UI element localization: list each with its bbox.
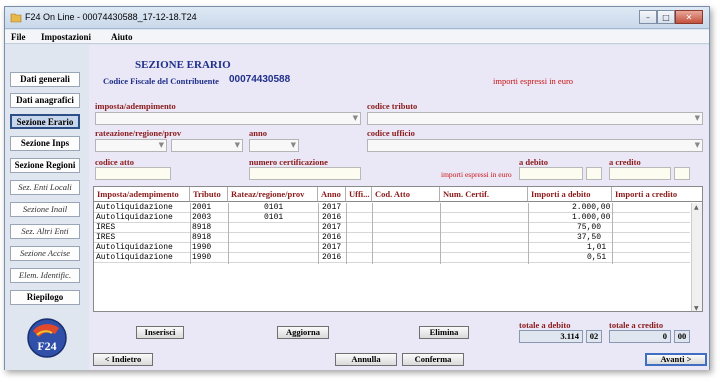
- totale-credito-int: 0: [609, 330, 671, 343]
- sidebar-item-sezione-accise[interactable]: Sezione Accise: [10, 246, 80, 261]
- sidebar-item-sezione-inps[interactable]: Sezione Inps: [10, 136, 80, 151]
- maximize-button[interactable]: □: [657, 10, 675, 24]
- totale-debito-int: 3.114: [519, 330, 583, 343]
- sidebar-item-altri-enti[interactable]: Sez. Altri Enti: [10, 224, 80, 239]
- credito-dec-input[interactable]: [674, 167, 690, 180]
- section-title: SEZIONE ERARIO: [135, 59, 231, 71]
- f24-logo: F24: [27, 318, 67, 358]
- close-button[interactable]: ✕: [675, 10, 703, 24]
- chevron-down-icon: ▼: [290, 141, 296, 149]
- imposta-select[interactable]: ▼: [95, 112, 361, 125]
- menu-bar: File Impostazioni Aiuto: [5, 30, 709, 44]
- totale-credito-label: totale a credito: [609, 320, 664, 330]
- header-importi-debito[interactable]: Importi a debito: [528, 187, 612, 202]
- imposta-label: imposta/adempimento: [95, 101, 176, 111]
- header-tributo[interactable]: Tributo: [190, 187, 228, 202]
- header-importi-credito[interactable]: Importi a credito: [612, 187, 702, 202]
- anno-select[interactable]: ▼: [249, 139, 299, 152]
- sidebar: Dati generali Dati anagrafici Sezione Er…: [5, 45, 89, 370]
- chevron-down-icon: ▼: [694, 114, 700, 122]
- numero-cert-label: numero certificazione: [249, 157, 328, 167]
- sidebar-item-enti-locali[interactable]: Sez. Enti Locali: [10, 180, 80, 195]
- importi-euro-note: importi espressi in euro: [441, 170, 512, 179]
- sidebar-item-riepilogo[interactable]: Riepilogo: [10, 290, 80, 305]
- sidebar-item-dati-anagrafici[interactable]: Dati anagrafici: [10, 93, 80, 108]
- inserisci-button[interactable]: Inserisci: [136, 326, 184, 339]
- rateazione-select-2[interactable]: ▼: [171, 139, 243, 152]
- codice-tributo-label: codice tributo: [367, 101, 418, 111]
- totale-debito-label: totale a debito: [519, 320, 571, 330]
- sidebar-item-sezione-regioni[interactable]: Sezione Regioni: [10, 158, 80, 173]
- back-button[interactable]: < Indietro: [93, 353, 153, 366]
- sidebar-item-sezione-erario[interactable]: Sezione Erario: [10, 114, 80, 129]
- tributi-table: Imposta/adempimento Tributo Rateaz/regio…: [93, 186, 703, 312]
- annulla-button[interactable]: Annulla: [335, 353, 397, 366]
- menu-file[interactable]: File: [11, 32, 26, 42]
- header-cod-atto[interactable]: Cod. Atto: [372, 187, 440, 202]
- scroll-up-icon[interactable]: ▲: [694, 204, 699, 211]
- sidebar-item-elem-identific[interactable]: Elem. Identific.: [10, 268, 80, 283]
- title-bar: F24 On Line - 00074430588_17-12-18.T24 –…: [5, 7, 709, 29]
- codice-tributo-select[interactable]: ▼: [367, 112, 703, 125]
- cf-value: 00074430588: [229, 74, 291, 85]
- header-imposta[interactable]: Imposta/adempimento: [94, 187, 190, 202]
- table-grid-lines: [190, 203, 613, 264]
- elimina-button[interactable]: Elimina: [419, 326, 469, 339]
- credito-int-input[interactable]: [609, 167, 671, 180]
- debito-label: a debito: [519, 157, 549, 167]
- chevron-down-icon: ▼: [158, 141, 164, 149]
- app-icon: [10, 13, 22, 23]
- totale-debito-dec: 02: [586, 330, 602, 343]
- main-panel: SEZIONE ERARIO Codice Fiscale del Contri…: [89, 45, 709, 370]
- aggiorna-button[interactable]: Aggiorna: [277, 326, 329, 339]
- credito-label: a credito: [609, 157, 641, 167]
- debito-dec-input[interactable]: [586, 167, 602, 180]
- chevron-down-icon: ▼: [694, 141, 700, 149]
- minimize-button[interactable]: –: [639, 10, 657, 24]
- sidebar-item-dati-generali[interactable]: Dati generali: [10, 72, 80, 87]
- app-window: F24 On Line - 00074430588_17-12-18.T24 –…: [4, 6, 710, 370]
- menu-aiuto[interactable]: Aiuto: [111, 32, 133, 42]
- table-scrollbar[interactable]: ▲ ▼: [691, 203, 702, 311]
- codice-atto-input[interactable]: [95, 167, 171, 180]
- codice-ufficio-label: codice ufficio: [367, 128, 415, 138]
- window-title: F24 On Line - 00074430588_17-12-18.T24: [25, 12, 197, 22]
- totale-credito-dec: 00: [674, 330, 690, 343]
- header-num-certif[interactable]: Num. Certif.: [440, 187, 528, 202]
- header-anno[interactable]: Anno: [318, 187, 346, 202]
- rateazione-select-1[interactable]: ▼: [95, 139, 167, 152]
- chevron-down-icon: ▼: [352, 114, 358, 122]
- importi-note: importi espressi in euro: [493, 76, 574, 86]
- header-rateazione[interactable]: Rateaz/regione/prov: [228, 187, 318, 202]
- menu-impostazioni[interactable]: Impostazioni: [41, 32, 91, 42]
- conferma-button[interactable]: Conferma: [402, 353, 464, 366]
- header-ufficio[interactable]: Uffi...: [346, 187, 372, 202]
- chevron-down-icon: ▼: [234, 141, 240, 149]
- rateazione-label: rateazione/regione/prov: [95, 128, 182, 138]
- sidebar-item-sezione-inail[interactable]: Sezione Inail: [10, 202, 80, 217]
- codice-ufficio-select[interactable]: ▼: [367, 139, 703, 152]
- debito-int-input[interactable]: [519, 167, 583, 180]
- logo-text: F24: [37, 339, 56, 353]
- codice-atto-label: codice atto: [95, 157, 134, 167]
- numero-cert-input[interactable]: [249, 167, 361, 180]
- next-button[interactable]: Avanti >: [645, 353, 707, 366]
- anno-label: anno: [249, 128, 267, 138]
- scroll-down-icon[interactable]: ▼: [694, 305, 699, 311]
- cf-label: Codice Fiscale del Contribuente: [103, 76, 219, 86]
